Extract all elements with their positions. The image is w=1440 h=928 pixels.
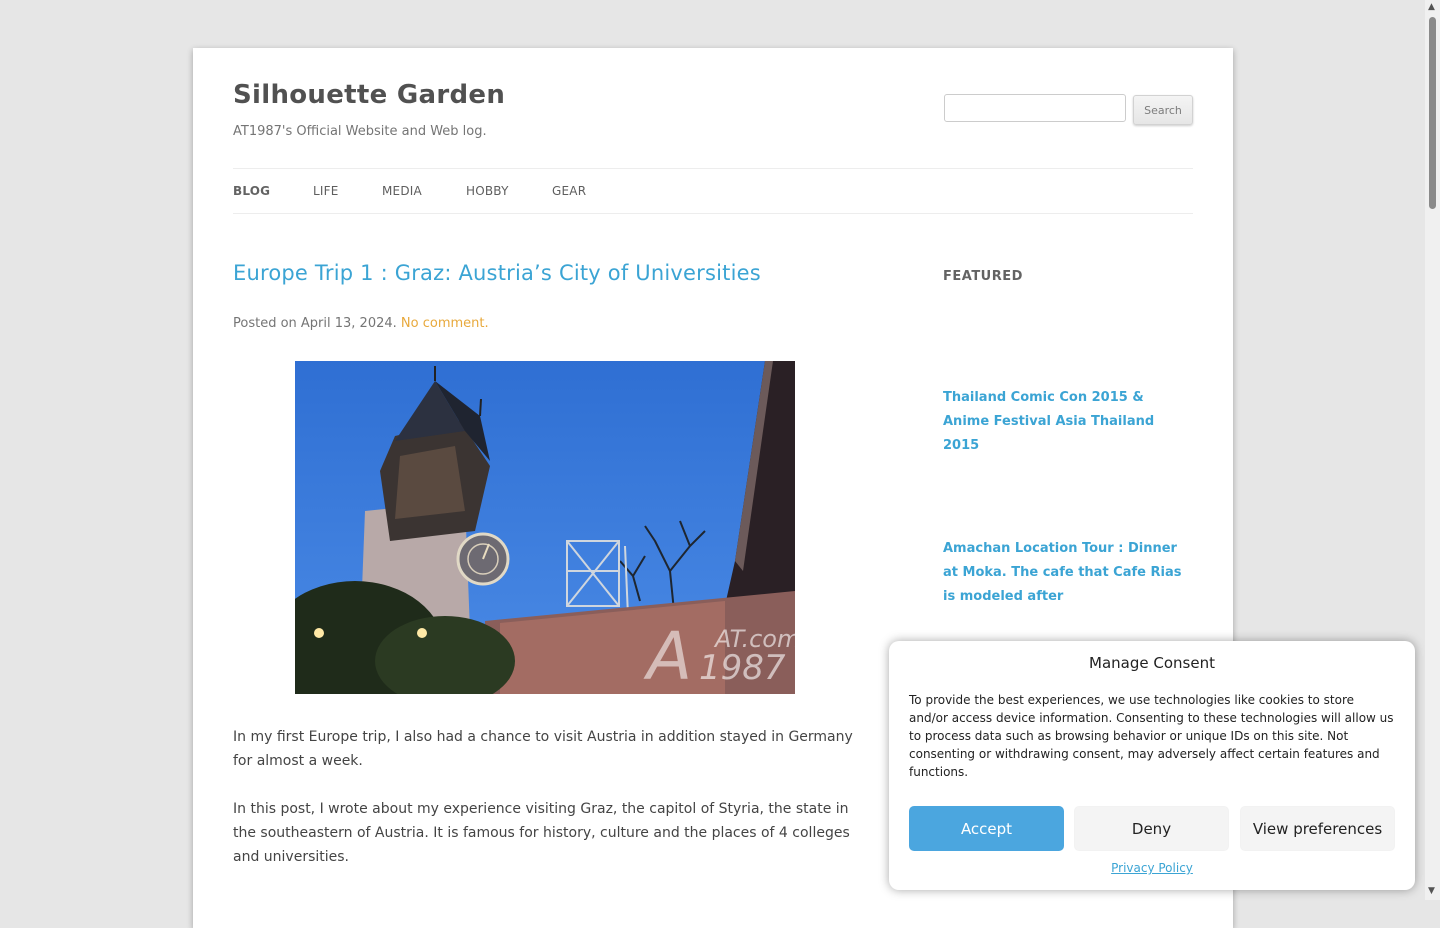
consent-title: Manage Consent <box>1089 654 1215 672</box>
post-meta: Posted on April 13, 2024. No comment. <box>233 316 489 331</box>
search-button[interactable]: Search <box>1133 95 1193 125</box>
featured-item-link[interactable]: Thailand Comic Con 2015 & Anime Festival… <box>943 386 1193 458</box>
search-input[interactable] <box>944 94 1126 122</box>
nav-item-hobby[interactable]: HOBBY <box>466 184 509 198</box>
nav-item-blog[interactable]: BLOG <box>233 184 270 198</box>
consent-text: To provide the best experiences, we use … <box>909 693 1394 779</box>
page-scrollbar[interactable]: ▲ ▼ <box>1425 0 1440 900</box>
accept-button[interactable]: Accept <box>909 806 1064 851</box>
deny-button[interactable]: Deny <box>1074 806 1229 851</box>
featured-widget-title: FEATURED <box>943 269 1023 284</box>
main-navigation: BLOG LIFE MEDIA HOBBY GEAR <box>233 168 1193 214</box>
nav-item-media[interactable]: MEDIA <box>382 184 422 198</box>
triangle-up-icon[interactable]: ▲ <box>1428 2 1435 12</box>
watermark-bottom: 1987 <box>699 648 786 688</box>
view-preferences-button[interactable]: View preferences <box>1240 806 1395 851</box>
site-description: AT1987's Official Website and Web log. <box>233 124 487 139</box>
post-title[interactable]: Europe Trip 1 : Graz: Austria’s City of … <box>233 261 761 285</box>
privacy-policy-link[interactable]: Privacy Policy <box>889 861 1415 875</box>
nav-item-life[interactable]: LIFE <box>313 184 339 198</box>
post-paragraph: In this post, I wrote about my experienc… <box>233 801 850 865</box>
consent-dialog: Manage Consent To provide the best exper… <box>889 641 1415 890</box>
triangle-down-icon[interactable]: ▼ <box>1428 886 1435 896</box>
post-date: Posted on April 13, 2024. <box>233 316 397 331</box>
featured-item-link[interactable]: Amachan Location Tour : Dinner at Moka. … <box>943 537 1193 609</box>
post-paragraph: In my first Europe trip, I also had a ch… <box>233 729 853 769</box>
site-title[interactable]: Silhouette Garden <box>233 80 505 110</box>
clock-tower-photo: A AT.com 1987 <box>295 361 795 694</box>
nav-item-gear[interactable]: GEAR <box>552 184 586 198</box>
watermark-at: A <box>643 618 692 694</box>
comments-link[interactable]: No comment. <box>401 316 489 331</box>
scrollbar-thumb[interactable] <box>1429 17 1436 209</box>
featured-image[interactable]: A AT.com 1987 <box>295 361 795 694</box>
